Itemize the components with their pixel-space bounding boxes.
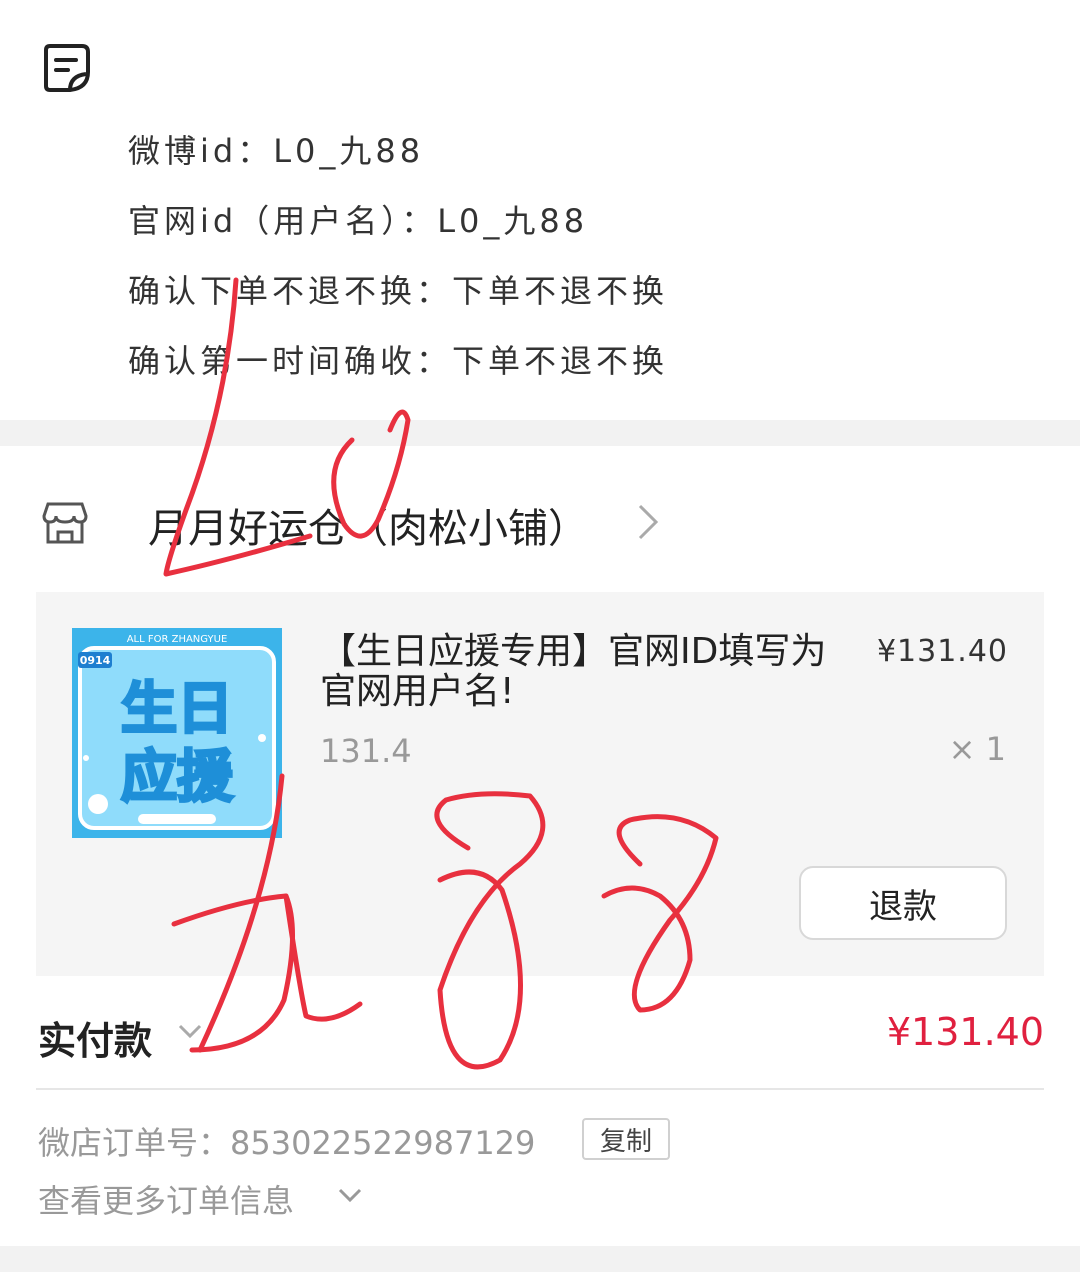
thumb-badge: 0914	[80, 654, 111, 667]
product-quantity: × 1	[948, 730, 1006, 768]
product-title[interactable]: 【生日应援专用】官网ID填写为官网用户名!	[320, 632, 840, 712]
refund-button[interactable]: 退款	[799, 866, 1007, 940]
paid-amount: ¥131.40	[886, 1010, 1044, 1054]
note-confirm-receipt: 确认第一时间确收：下单不退不换	[128, 342, 669, 380]
copy-button[interactable]: 复制	[582, 1118, 670, 1160]
more-order-info-link[interactable]: 查看更多订单信息	[38, 1176, 294, 1222]
store-row[interactable]: 月月好运仓（肉松小铺）	[0, 478, 1080, 568]
product-spec: 131.4	[320, 732, 412, 770]
note-official-id: 官网id（用户名）：L0_九88	[128, 202, 589, 240]
store-name[interactable]: 月月好运仓（肉松小铺）	[148, 496, 588, 554]
order-number: 微店订单号：853022522987129	[38, 1124, 536, 1162]
paid-label[interactable]: 实付款	[38, 1010, 152, 1065]
thumb-line1: 生日	[121, 677, 233, 742]
note-weibo-id: 微博id：L0_九88	[128, 132, 425, 170]
thumb-banner: ALL FOR ZHANGYUE	[127, 634, 228, 645]
product-price: ¥131.40	[876, 634, 1008, 669]
note-confirm-order: 确认下单不退不换：下单不退不换	[128, 272, 669, 310]
divider	[36, 1088, 1044, 1090]
chevron-right-icon	[638, 504, 659, 540]
product-thumbnail[interactable]: ALL FOR ZHANGYUE 0914 生日 应援	[72, 628, 282, 838]
section-separator	[0, 1246, 1080, 1272]
chevron-down-icon[interactable]	[336, 1186, 364, 1206]
thumb-line2: 应援	[121, 745, 234, 810]
note-icon	[44, 44, 90, 92]
store-icon	[42, 502, 88, 544]
chevron-down-icon[interactable]	[176, 1022, 204, 1042]
section-separator	[0, 420, 1080, 446]
product-card[interactable]: ALL FOR ZHANGYUE 0914 生日 应援 【生日应援专用】官网ID…	[36, 592, 1044, 976]
